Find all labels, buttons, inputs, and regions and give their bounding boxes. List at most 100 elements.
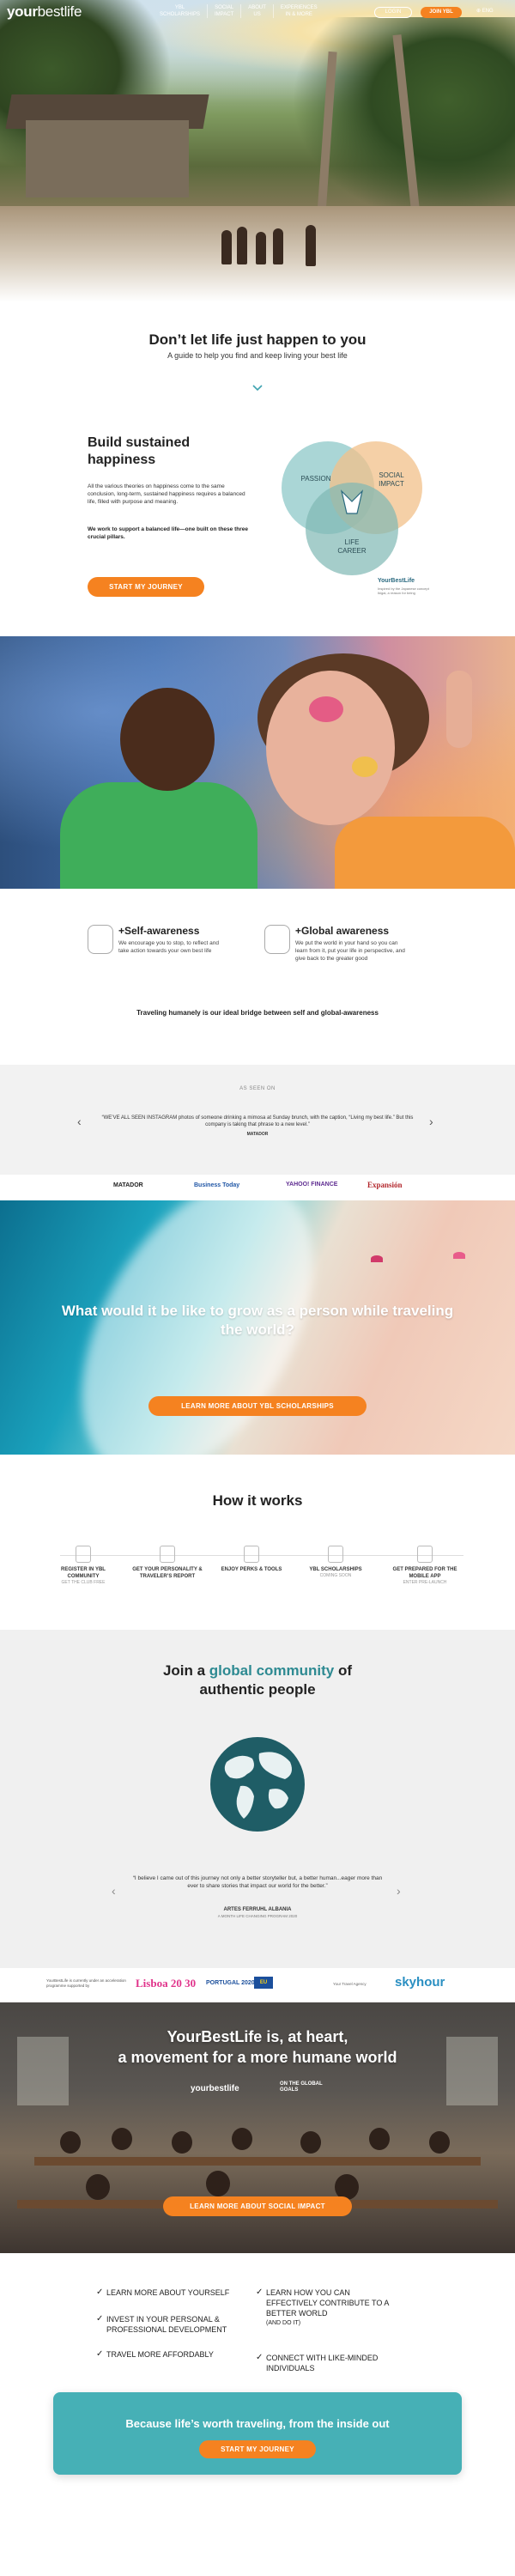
child-figure (273, 228, 283, 264)
step-scholarships[interactable]: YBL SCHOLARSHIPS COMING SOON (297, 1546, 374, 1579)
paint-splash (352, 756, 378, 777)
venn-diagram: PASSION SOCIAL IMPACT LIFE CAREER (282, 441, 422, 575)
nav-item-experiences[interactable]: Experiences In & More (274, 4, 324, 18)
benefit-item: ✓ CONNECT WITH LIKE-MINDED INDIVIDUALS (256, 2353, 393, 2373)
photo-hand (446, 671, 472, 748)
nav-item-social-impact[interactable]: Social Impact (208, 4, 242, 18)
sponsor-skyhour: skyhour (395, 1975, 445, 1990)
benefit-item: ✓ TRAVEL MORE AFFORDABLY (96, 2349, 233, 2360)
logo-line: ON THE GLOBAL (280, 2081, 323, 2087)
kite-icon (371, 1255, 383, 1262)
chevron-left-icon[interactable]: ‹ (77, 1115, 82, 1128)
social-impact-button[interactable]: LEARN MORE ABOUT SOCIAL IMPACT (163, 2196, 352, 2216)
step-title: GET PREPARED FOR THE MOBILE APP (392, 1567, 457, 1579)
child-figure (306, 225, 316, 266)
step-perks[interactable]: ENJOY PERKS & TOOLS (213, 1546, 290, 1573)
step-mobile-app[interactable]: GET PREPARED FOR THE MOBILE APP ENTER PRE… (386, 1546, 464, 1586)
site-logo[interactable]: yourbestlife (7, 3, 82, 21)
student (60, 2131, 81, 2154)
benefit-text: LEARN MORE ABOUT YOURSELF (106, 2288, 230, 2297)
testimonial-quote: “I believe I came out of this journey no… (132, 1875, 383, 1889)
child-figure (256, 232, 266, 264)
sponsors-bar: YourBestLife is currently under an accel… (0, 1968, 515, 2002)
sponsor-lisboa: Lisboa 20 30 (136, 1977, 197, 1990)
global-awareness-title: +Global awareness (295, 925, 390, 937)
nav-item-about[interactable]: About Us (241, 4, 274, 18)
chevron-right-icon[interactable]: › (429, 1115, 433, 1128)
start-journey-button[interactable]: START MY JOURNEY (88, 577, 204, 597)
venn-label-impact: IMPACT (379, 480, 404, 488)
photo-face (266, 671, 395, 825)
venn-caption: Inspired by the Japanese concept Ikigai,… (378, 586, 429, 595)
check-icon: ✓ (96, 2314, 104, 2324)
self-awareness-text: We encourage you to stop, to reflect and… (118, 940, 219, 954)
join-button[interactable]: JOIN YBL (421, 7, 462, 18)
pillars-title: Build sustained happiness (88, 435, 191, 467)
student (86, 2174, 110, 2200)
global-awareness-text: We put the world in your hand so you can… (295, 940, 405, 962)
step-title: REGISTER IN YBL COMMUNITY (61, 1567, 106, 1579)
hero-image (0, 0, 515, 302)
cta-box (53, 2392, 462, 2475)
language-label: ENG (482, 9, 494, 14)
step-report[interactable]: GET YOUR PERSONALITY & TRAVELER’S REPORT (129, 1546, 206, 1580)
venn-label-passion: PASSION (301, 475, 331, 483)
perks-icon (244, 1546, 259, 1563)
language-selector[interactable]: ⊕ ENG (476, 8, 494, 14)
benefit-item: ✓ LEARN HOW YOU CAN EFFECTIVELY CONTRIBUT… (256, 2287, 393, 2329)
nav-links: YBL Scholarships Social Impact About Us Exp… (153, 4, 324, 18)
student (206, 2171, 230, 2196)
testimonial-name: ARTES FERRUHL ALBANIA (223, 1907, 292, 1912)
press-logo-yahoo: YAHOO! FINANCE (286, 1182, 338, 1188)
student (429, 2131, 450, 2154)
step-title: ENJOY PERKS & TOOLS (221, 1567, 282, 1572)
step-sub: COMING SOON (319, 1573, 352, 1578)
bridge-statement: Traveling humanely is our ideal bridge b… (136, 1009, 379, 1017)
benefit-text: CONNECT WITH LIKE-MINDED INDIVIDUALS (266, 2354, 379, 2372)
press-logos: MATADOR Business Today YAHOO! FINANCE Ex… (0, 1175, 515, 1199)
report-icon (160, 1546, 175, 1563)
press-logo-matador: MATADOR (113, 1182, 143, 1188)
check-icon: ✓ (256, 2287, 264, 2297)
self-awareness-title: +Self-awareness (118, 925, 200, 937)
scholarships-button[interactable]: LEARN MORE ABOUT YBL SCHOLARSHIPS (148, 1396, 367, 1416)
step-register[interactable]: REGISTER IN YBL COMMUNITY GET THE CLUB FR… (45, 1546, 122, 1586)
pillars-paragraph: All the various theories on happiness co… (88, 483, 245, 505)
venn-label-career: CAREER (337, 547, 367, 555)
photo-body (335, 817, 515, 889)
nav-line: Social (215, 5, 234, 10)
press-quote: “WE’VE ALL SEEN INSTAGRAM photos of some… (101, 1115, 414, 1127)
child-figure (237, 227, 247, 264)
press-logo-expansion: Expansión (367, 1181, 403, 1189)
press-logo-business-today: Business Today (194, 1182, 240, 1188)
chevron-right-icon[interactable]: › (397, 1884, 401, 1898)
venn-circle-career (306, 483, 398, 575)
photo-shirt (60, 782, 258, 889)
photo-boy (120, 688, 215, 791)
check-icon: ✓ (256, 2353, 264, 2362)
logo-line: GOALS (280, 2087, 299, 2093)
nav-line: YBL (174, 5, 185, 10)
venn-label-life: LIFE (345, 538, 360, 546)
nav-line: Scholarships (160, 12, 201, 17)
press-source: MATADOR (246, 1132, 269, 1137)
globe-icon (210, 1737, 305, 1832)
nav-item-scholarships[interactable]: YBL Scholarships (153, 4, 209, 18)
check-icon: ✓ (96, 2287, 104, 2297)
scholarship-icon (328, 1546, 343, 1563)
top-nav: yourbestlife YBL Scholarships Social Impac… (0, 0, 515, 24)
community-title: Join a global community of authentic peo… (129, 1662, 386, 1699)
cta-start-journey-button[interactable]: START MY JOURNEY (199, 2440, 316, 2458)
student (172, 2131, 192, 2154)
paint-splash (309, 696, 343, 722)
testimonial-role: A MONTH LIFE CHANGING PROGRAM 2020 (217, 1914, 298, 1918)
login-button[interactable]: LOGIN (374, 7, 412, 18)
logo-text-bold: your (7, 3, 38, 20)
chevron-down-icon[interactable] (251, 382, 264, 394)
title-highlight: global community (209, 1662, 335, 1679)
step-title: GET YOUR PERSONALITY & TRAVELER’S REPORT (132, 1567, 203, 1579)
title-part: Join a (162, 1662, 209, 1679)
desk-row (34, 2157, 481, 2166)
venn-label-social: SOCIAL (379, 471, 404, 479)
chevron-left-icon[interactable]: ‹ (112, 1884, 116, 1898)
